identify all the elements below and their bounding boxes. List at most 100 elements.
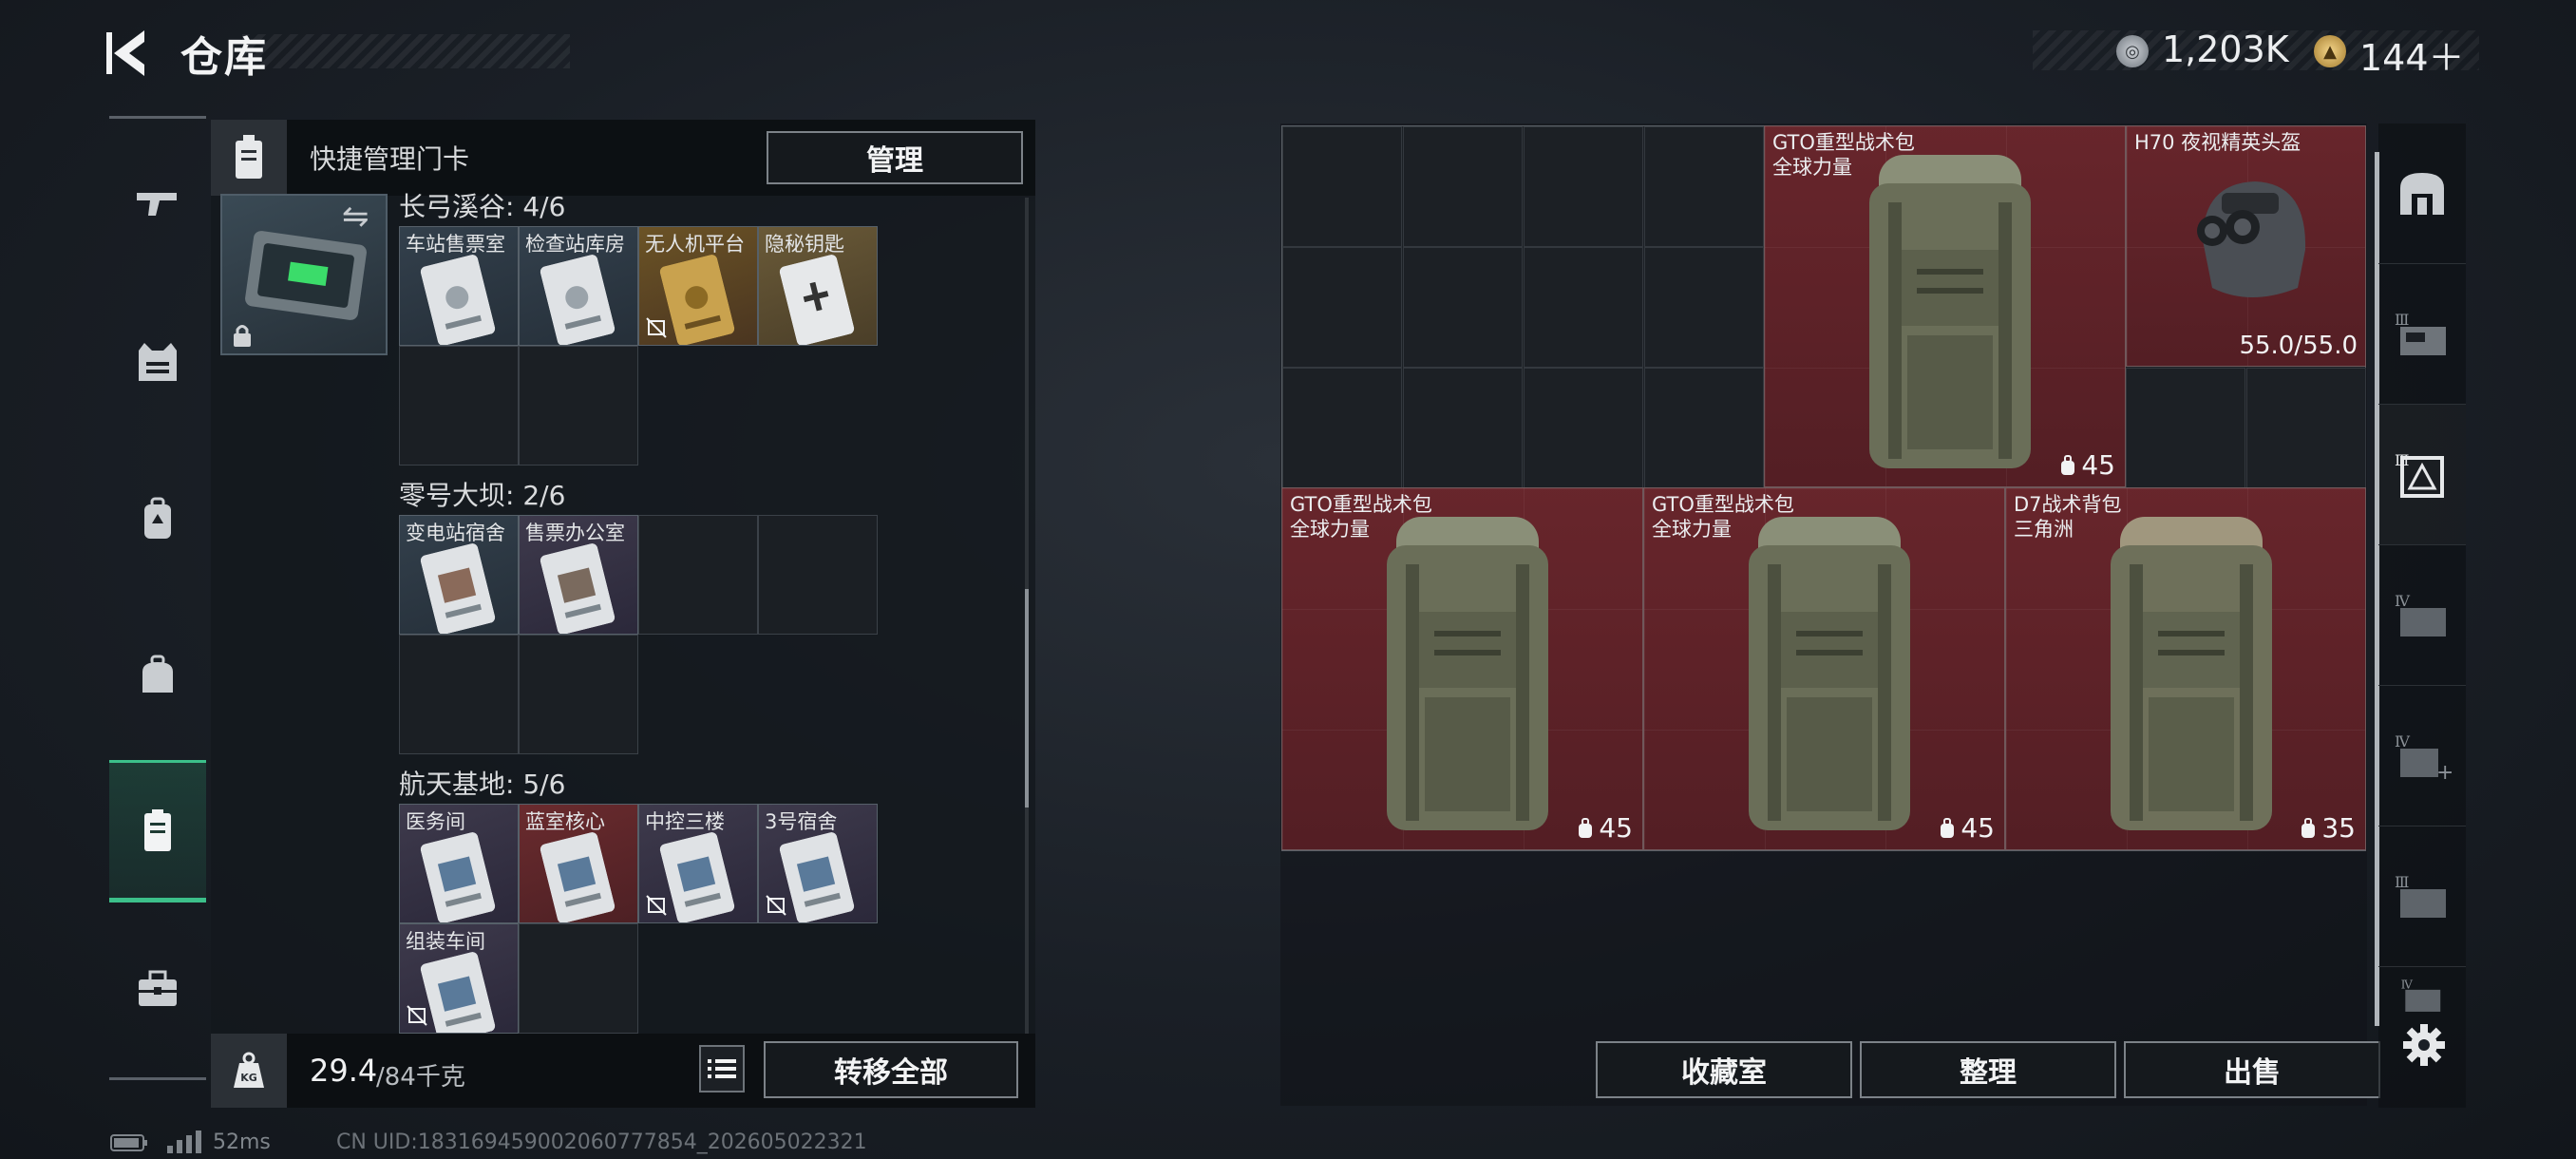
keycard-item[interactable]: 医务间 bbox=[399, 804, 519, 923]
list-icon bbox=[708, 1059, 736, 1078]
nav-item-bags[interactable] bbox=[109, 604, 206, 747]
keycard-item[interactable]: 3号宿舍 bbox=[758, 804, 878, 923]
keycard-name: 变电站宿舍 bbox=[406, 522, 505, 544]
item-name: D7战术背包 bbox=[2014, 493, 2122, 516]
empty-slot bbox=[519, 635, 638, 754]
storage-tab-3b[interactable]: Ⅲ bbox=[2378, 405, 2466, 545]
keycard-image bbox=[420, 952, 496, 1033]
keycard-name: 无人机平台 bbox=[645, 233, 745, 256]
keycard-item[interactable]: 无人机平台 bbox=[638, 226, 758, 346]
keycard-item[interactable]: 售票办公室 bbox=[519, 515, 638, 635]
keycard-image bbox=[659, 255, 735, 345]
svg-text:Ⅲ: Ⅲ bbox=[2395, 311, 2409, 329]
nav-item-weapons[interactable] bbox=[109, 133, 206, 276]
nav-item-tools[interactable] bbox=[109, 918, 206, 1060]
unlinked-icon bbox=[766, 895, 786, 916]
list-view-button[interactable] bbox=[699, 1045, 745, 1092]
backpack-image bbox=[2111, 517, 2272, 830]
empty-slot bbox=[519, 923, 638, 1034]
nav-item-armor[interactable] bbox=[109, 291, 206, 433]
empty-slot bbox=[638, 515, 758, 635]
storage-add-icon: Ⅳ+ bbox=[2395, 732, 2452, 781]
inventory-item-backpack[interactable]: D7战术背包 三角洲 35 bbox=[2005, 487, 2366, 850]
sell-button[interactable]: 出售 bbox=[2124, 1041, 2380, 1098]
storage-box-icon: Ⅳ bbox=[2395, 592, 2446, 636]
keycard-name: 蓝室核心 bbox=[525, 810, 605, 833]
storage-box-icon: Ⅲ bbox=[2395, 311, 2446, 355]
collection-room-button[interactable]: 收藏室 bbox=[1596, 1041, 1852, 1098]
storage-tab-4a[interactable]: Ⅳ bbox=[2378, 545, 2466, 686]
weapon-icon bbox=[137, 193, 177, 216]
keycard-item[interactable]: 检查站库房 bbox=[519, 226, 638, 346]
storage-box-icon: Ⅳ bbox=[2401, 978, 2441, 1012]
keycard-image bbox=[779, 255, 855, 345]
keycard-name: 组装车间 bbox=[406, 930, 485, 953]
item-name: GTO重型战术包 bbox=[1290, 493, 1432, 516]
section-title: 长弓溪谷: 4/6 bbox=[399, 191, 566, 222]
inventory-item-backpack[interactable]: GTO重型战术包 全球力量 45 bbox=[1281, 487, 1643, 850]
gold-currency-value[interactable]: 144＋ bbox=[2359, 28, 2465, 81]
storage-warning-icon: Ⅲ bbox=[2395, 451, 2444, 498]
title-decoration bbox=[242, 34, 570, 68]
transfer-all-button[interactable]: 转移全部 bbox=[764, 1041, 1018, 1098]
item-capacity: 45 bbox=[1960, 812, 1995, 844]
silver-coin-icon: ◎ bbox=[2116, 35, 2149, 67]
section-title: 航天基地: 5/6 bbox=[399, 769, 566, 800]
back-arrow-icon[interactable] bbox=[106, 25, 152, 82]
keycard-image bbox=[540, 255, 616, 345]
bag-icon bbox=[142, 655, 173, 693]
item-subtitle: 全球力量 bbox=[1652, 518, 1732, 541]
nav-item-keycards[interactable] bbox=[109, 760, 206, 902]
toolbox-icon bbox=[139, 970, 177, 1006]
storage-tab-4b[interactable]: Ⅳ + bbox=[2378, 686, 2466, 826]
item-name: H70 夜视精英头盔 bbox=[2134, 131, 2301, 154]
keycard-item[interactable]: 蓝室核心 bbox=[519, 804, 638, 923]
inventory-item-backpack[interactable]: GTO重型战术包 全球力量 45 bbox=[1764, 125, 2126, 487]
backpack-icon bbox=[144, 497, 171, 539]
keycard-image bbox=[540, 543, 616, 634]
keycard-item[interactable]: 车站售票室 bbox=[399, 226, 519, 346]
backpack-image bbox=[1869, 155, 2031, 468]
keycard-item[interactable]: 中控三楼 bbox=[638, 804, 758, 923]
keycard-name: 3号宿舍 bbox=[765, 810, 838, 833]
inventory-item-helmet[interactable]: H70 夜视精英头盔 55.0/55.0 bbox=[2126, 125, 2366, 367]
capacity-icon bbox=[2301, 817, 2316, 838]
inventory-item-backpack[interactable]: GTO重型战术包 全球力量 45 bbox=[1643, 487, 2005, 850]
storage-scrollbar-thumb[interactable] bbox=[1025, 589, 1029, 808]
item-subtitle: 全球力量 bbox=[1290, 518, 1370, 541]
organize-button[interactable]: 整理 bbox=[1860, 1041, 2116, 1098]
quick-manage-keycard-icon bbox=[211, 120, 287, 196]
armor-vest-icon bbox=[139, 343, 177, 381]
battery-icon bbox=[110, 1134, 147, 1151]
storage-tab-3a[interactable]: Ⅲ bbox=[2378, 264, 2466, 405]
manage-button[interactable]: 管理 bbox=[767, 131, 1023, 184]
item-capacity: 45 bbox=[2081, 449, 2115, 481]
keycard-name: 售票办公室 bbox=[525, 522, 625, 544]
keycard-item[interactable]: 隐秘钥匙 bbox=[758, 226, 878, 346]
nav-item-backpacks[interactable] bbox=[109, 448, 206, 591]
storage-tab-3c[interactable]: Ⅲ bbox=[2378, 826, 2466, 967]
section-title: 零号大坝: 2/6 bbox=[399, 480, 566, 511]
keycard-name: 医务间 bbox=[406, 810, 465, 833]
keycard-image bbox=[420, 832, 496, 922]
keycard-image bbox=[659, 832, 735, 922]
keycard-icon bbox=[144, 809, 171, 851]
keycard-name: 车站售票室 bbox=[406, 233, 505, 256]
settings-gear-icon[interactable] bbox=[2401, 1022, 2447, 1068]
gold-coin-icon[interactable]: ▲ bbox=[2314, 35, 2346, 67]
storage-tab-4c[interactable]: Ⅳ bbox=[2378, 967, 2466, 1024]
empty-slot bbox=[758, 515, 878, 635]
keycard-item[interactable]: 变电站宿舍 bbox=[399, 515, 519, 635]
ping-value: 52ms bbox=[213, 1130, 271, 1154]
user-uid: CN UID:18316945900206077785​4_2026050223… bbox=[336, 1130, 867, 1154]
keycard-name: 中控三楼 bbox=[645, 810, 725, 833]
storage-tab-main[interactable] bbox=[2378, 124, 2466, 264]
keycard-item[interactable]: 组装车间 bbox=[399, 923, 519, 1034]
empty-slot bbox=[519, 346, 638, 466]
capacity-icon bbox=[2061, 454, 2075, 475]
unlinked-icon bbox=[407, 1005, 427, 1026]
swap-icon[interactable]: ⇋ bbox=[342, 198, 369, 236]
item-name: GTO重型战术包 bbox=[1772, 131, 1915, 154]
svg-text:Ⅳ: Ⅳ bbox=[2401, 978, 2414, 991]
item-capacity: 35 bbox=[2321, 812, 2356, 844]
